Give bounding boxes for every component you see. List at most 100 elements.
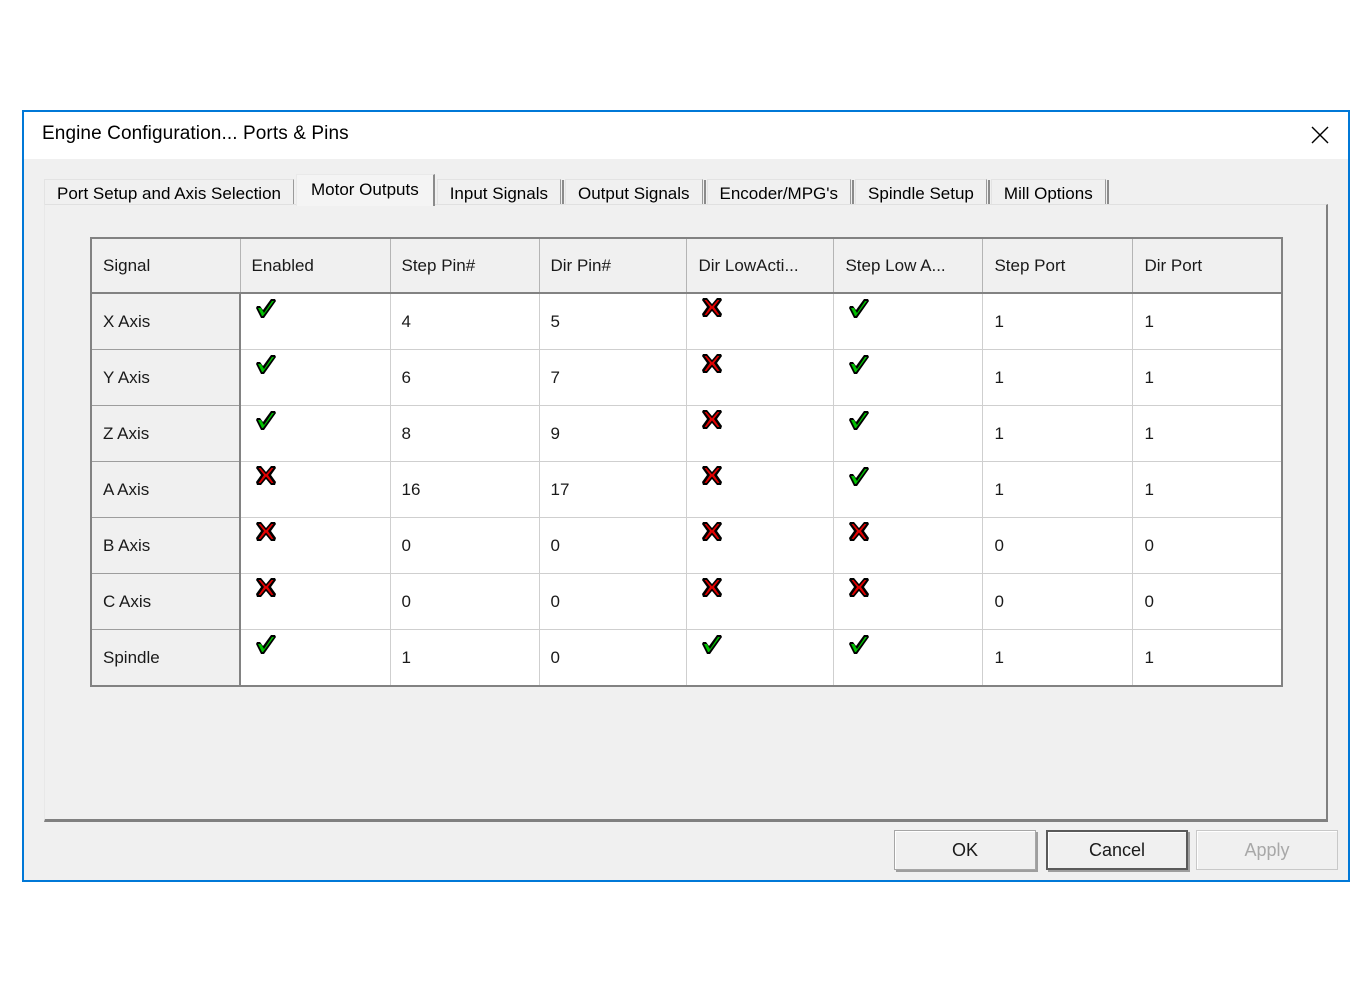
dir-low-active-toggle[interactable] bbox=[686, 405, 835, 462]
column-header-dir-pin[interactable]: Dir Pin# bbox=[539, 238, 688, 294]
dir-low-active-toggle[interactable] bbox=[686, 629, 835, 686]
dir-pin-value[interactable]: 9 bbox=[539, 405, 688, 462]
signal-name[interactable]: Z Axis bbox=[91, 405, 241, 462]
enabled-toggle[interactable] bbox=[240, 461, 391, 518]
dir-pin-value[interactable]: 0 bbox=[539, 573, 688, 630]
table-row[interactable]: C Axis 0 0 0 0 bbox=[91, 573, 1282, 630]
green-check-icon[interactable] bbox=[253, 632, 279, 658]
dir-low-active-toggle[interactable] bbox=[686, 349, 835, 406]
step-pin-value[interactable]: 8 bbox=[390, 405, 540, 462]
green-check-icon[interactable] bbox=[253, 296, 279, 322]
red-cross-icon[interactable] bbox=[253, 520, 279, 546]
dir-low-active-toggle[interactable] bbox=[686, 461, 835, 518]
tab-mill-options[interactable]: Mill Options bbox=[990, 179, 1106, 206]
step-low-active-toggle[interactable] bbox=[833, 405, 984, 462]
enabled-toggle[interactable] bbox=[240, 349, 391, 406]
dir-low-active-toggle[interactable] bbox=[686, 293, 835, 350]
green-check-icon[interactable] bbox=[253, 408, 279, 434]
tab-input-signals[interactable]: Input Signals bbox=[436, 179, 561, 206]
green-check-icon[interactable] bbox=[846, 296, 872, 322]
table-row[interactable]: Y Axis 6 7 1 1 bbox=[91, 349, 1282, 406]
step-low-active-toggle[interactable] bbox=[833, 461, 984, 518]
column-header-dir-port[interactable]: Dir Port bbox=[1132, 238, 1282, 294]
step-port-value[interactable]: 1 bbox=[982, 461, 1134, 518]
cancel-button[interactable]: Cancel bbox=[1046, 830, 1188, 870]
close-icon[interactable] bbox=[1292, 112, 1348, 157]
dir-pin-value[interactable]: 7 bbox=[539, 349, 688, 406]
step-pin-value[interactable]: 0 bbox=[390, 573, 540, 630]
tab-port-setup-and-axis-selection[interactable]: Port Setup and Axis Selection bbox=[44, 179, 294, 206]
step-pin-value[interactable]: 1 bbox=[390, 629, 540, 686]
enabled-toggle[interactable] bbox=[240, 573, 391, 630]
dir-low-active-toggle[interactable] bbox=[686, 573, 835, 630]
green-check-icon[interactable] bbox=[846, 464, 872, 490]
ok-button[interactable]: OK bbox=[894, 830, 1036, 870]
enabled-toggle[interactable] bbox=[240, 405, 391, 462]
table-row[interactable]: X Axis 4 5 1 1 bbox=[91, 293, 1282, 350]
green-check-icon[interactable] bbox=[846, 632, 872, 658]
step-low-active-toggle[interactable] bbox=[833, 629, 984, 686]
step-pin-value[interactable]: 16 bbox=[390, 461, 540, 518]
green-check-icon[interactable] bbox=[846, 352, 872, 378]
dir-port-value[interactable]: 1 bbox=[1132, 629, 1282, 686]
dir-port-value[interactable]: 0 bbox=[1132, 517, 1282, 574]
red-cross-icon[interactable] bbox=[699, 576, 725, 602]
column-header-step-pin[interactable]: Step Pin# bbox=[390, 238, 540, 294]
column-header-step-port[interactable]: Step Port bbox=[982, 238, 1134, 294]
red-cross-icon[interactable] bbox=[846, 576, 872, 602]
step-low-active-toggle[interactable] bbox=[833, 517, 984, 574]
dir-pin-value[interactable]: 5 bbox=[539, 293, 688, 350]
tab-spindle-setup[interactable]: Spindle Setup bbox=[855, 179, 987, 206]
step-port-value[interactable]: 1 bbox=[982, 293, 1134, 350]
table-row[interactable]: Z Axis 8 9 1 1 bbox=[91, 405, 1282, 462]
enabled-toggle[interactable] bbox=[240, 293, 391, 350]
table-row[interactable]: Spindle 1 0 1 1 bbox=[91, 629, 1282, 686]
tab-output-signals[interactable]: Output Signals bbox=[565, 179, 703, 206]
signal-name[interactable]: Y Axis bbox=[91, 349, 241, 406]
dir-port-value[interactable]: 1 bbox=[1132, 405, 1282, 462]
step-low-active-toggle[interactable] bbox=[833, 293, 984, 350]
step-port-value[interactable]: 1 bbox=[982, 349, 1134, 406]
step-pin-value[interactable]: 4 bbox=[390, 293, 540, 350]
red-cross-icon[interactable] bbox=[699, 408, 725, 434]
dir-port-value[interactable]: 1 bbox=[1132, 293, 1282, 350]
signal-name[interactable]: A Axis bbox=[91, 461, 241, 518]
red-cross-icon[interactable] bbox=[699, 464, 725, 490]
step-port-value[interactable]: 0 bbox=[982, 573, 1134, 630]
red-cross-icon[interactable] bbox=[699, 296, 725, 322]
green-check-icon[interactable] bbox=[699, 632, 725, 658]
dir-pin-value[interactable]: 0 bbox=[539, 629, 688, 686]
dir-pin-value[interactable]: 17 bbox=[539, 461, 688, 518]
table-row[interactable]: B Axis 0 0 0 0 bbox=[91, 517, 1282, 574]
dir-low-active-toggle[interactable] bbox=[686, 517, 835, 574]
enabled-toggle[interactable] bbox=[240, 629, 391, 686]
step-pin-value[interactable]: 6 bbox=[390, 349, 540, 406]
dir-port-value[interactable]: 0 bbox=[1132, 573, 1282, 630]
enabled-toggle[interactable] bbox=[240, 517, 391, 574]
dir-port-value[interactable]: 1 bbox=[1132, 461, 1282, 518]
motor-outputs-grid[interactable]: Signal Enabled Step Pin# Dir Pin# Dir Lo… bbox=[90, 237, 1283, 687]
signal-name[interactable]: C Axis bbox=[91, 573, 241, 630]
table-row[interactable]: A Axis 16 17 1 1 bbox=[91, 461, 1282, 518]
step-low-active-toggle[interactable] bbox=[833, 349, 984, 406]
red-cross-icon[interactable] bbox=[253, 576, 279, 602]
column-header-enabled[interactable]: Enabled bbox=[240, 238, 391, 294]
column-header-dir-low-active[interactable]: Dir LowActi... bbox=[686, 238, 835, 294]
step-low-active-toggle[interactable] bbox=[833, 573, 984, 630]
tab-motor-outputs[interactable]: Motor Outputs bbox=[295, 174, 435, 206]
column-header-step-low-active[interactable]: Step Low A... bbox=[833, 238, 984, 294]
signal-name[interactable]: Spindle bbox=[91, 629, 241, 686]
signal-name[interactable]: X Axis bbox=[91, 293, 241, 350]
step-port-value[interactable]: 1 bbox=[982, 629, 1134, 686]
step-pin-value[interactable]: 0 bbox=[390, 517, 540, 574]
signal-name[interactable]: B Axis bbox=[91, 517, 241, 574]
red-cross-icon[interactable] bbox=[846, 520, 872, 546]
red-cross-icon[interactable] bbox=[699, 520, 725, 546]
step-port-value[interactable]: 1 bbox=[982, 405, 1134, 462]
step-port-value[interactable]: 0 bbox=[982, 517, 1134, 574]
red-cross-icon[interactable] bbox=[699, 352, 725, 378]
dir-pin-value[interactable]: 0 bbox=[539, 517, 688, 574]
dir-port-value[interactable]: 1 bbox=[1132, 349, 1282, 406]
column-header-signal[interactable]: Signal bbox=[91, 238, 241, 294]
green-check-icon[interactable] bbox=[846, 408, 872, 434]
